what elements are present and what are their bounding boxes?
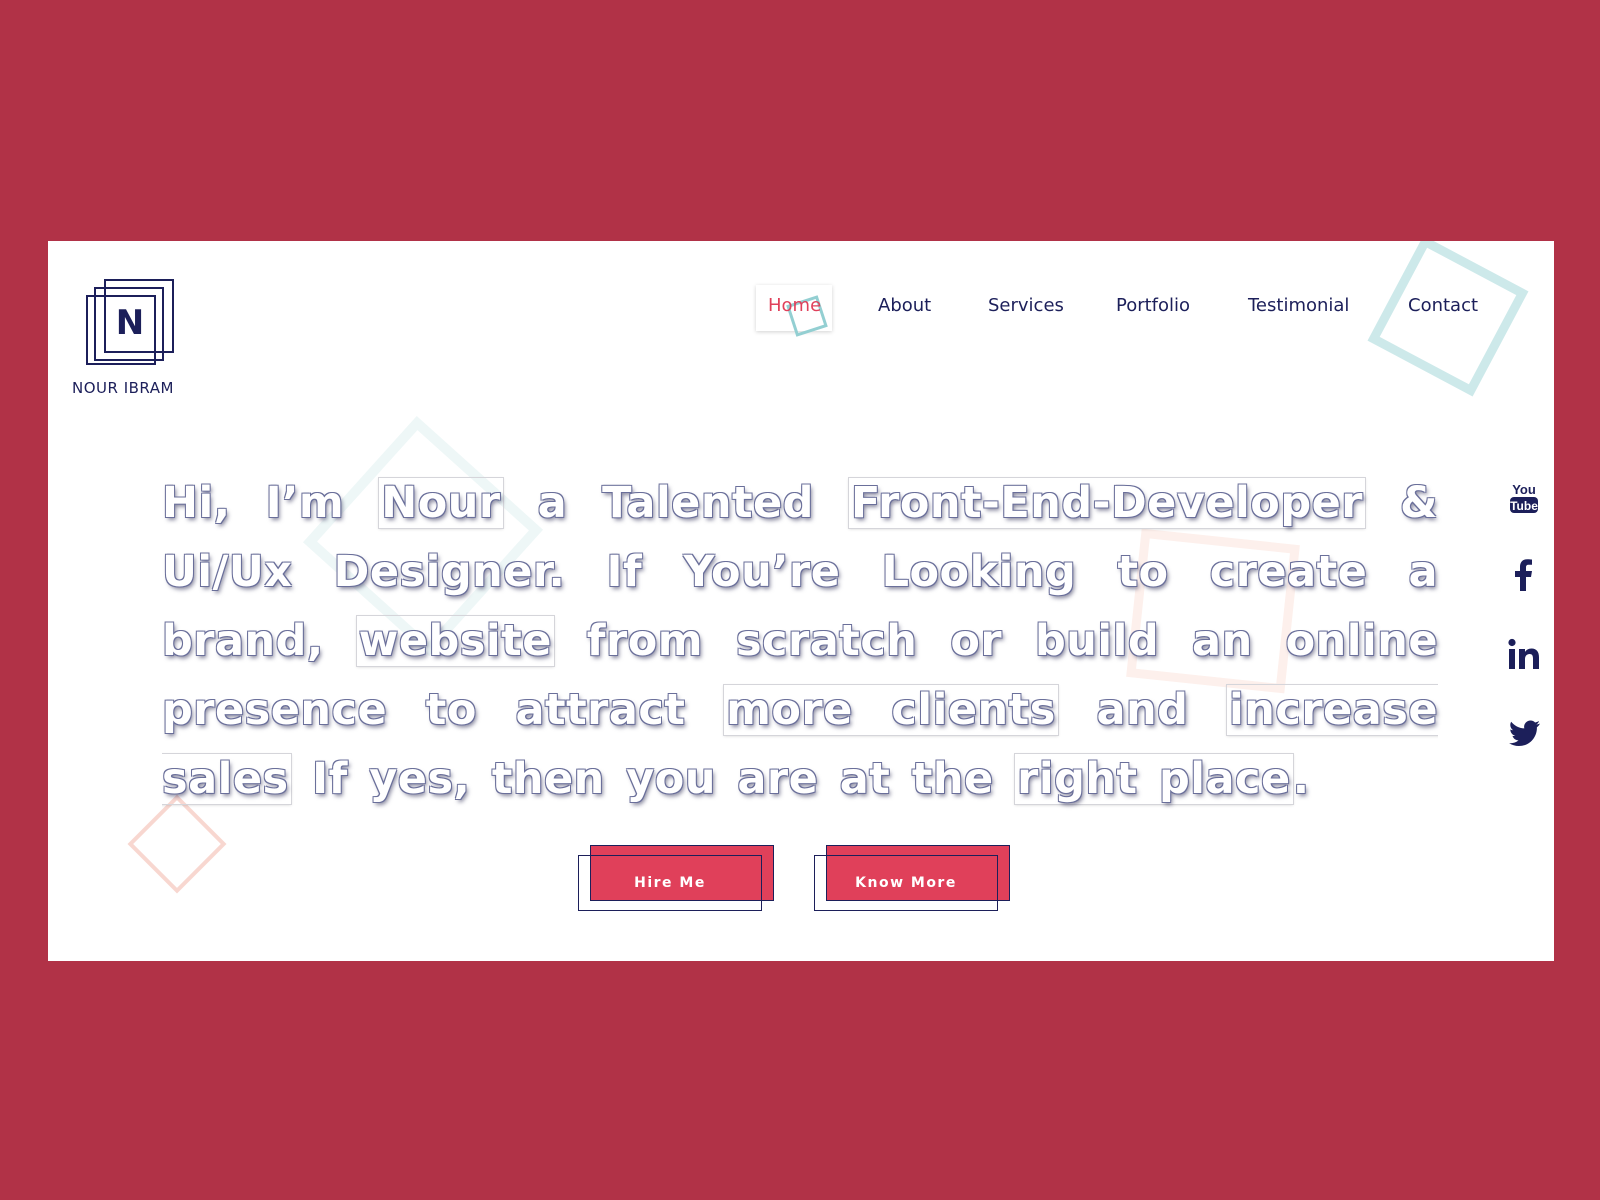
youtube-icon[interactable]: You Tube <box>1504 479 1544 519</box>
youtube-icon-bottom: Tube <box>1510 499 1538 513</box>
linkedin-icon[interactable] <box>1504 635 1544 675</box>
youtube-icon-graphic: You Tube <box>1510 482 1538 513</box>
hero-section: N NOUR IBRAM Home About Services Portfol… <box>48 241 1554 961</box>
hero-text: . <box>1292 754 1310 804</box>
know-more-button[interactable]: Know More <box>814 845 1010 913</box>
hero-text: a Talented <box>502 478 849 528</box>
nav-testimonial[interactable]: Testimonial <box>1248 295 1349 316</box>
nav-about[interactable]: About <box>878 295 931 316</box>
main-nav: Home About Services Portfolio Testimonia… <box>48 281 1554 331</box>
twitter-icon[interactable] <box>1504 713 1544 753</box>
nav-services[interactable]: Services <box>988 295 1064 316</box>
highlight-role: Front-End-Developer <box>850 478 1363 528</box>
know-more-label: Know More <box>855 875 957 891</box>
highlight-right-place: right place <box>1017 754 1291 804</box>
highlight-more-clients: more clients <box>726 685 1056 735</box>
linkedin-icon-graphic <box>1508 638 1539 669</box>
highlight-name: Nour <box>381 478 501 528</box>
hero-text: If yes, then you are at the <box>290 754 1016 804</box>
hero-text: Hi, I’m <box>162 478 380 528</box>
hire-me-button[interactable]: Hire Me <box>578 845 774 913</box>
nav-portfolio[interactable]: Portfolio <box>1116 295 1190 316</box>
brand-name: NOUR IBRAM <box>72 379 174 397</box>
hero-text: and <box>1057 685 1227 735</box>
twitter-icon-graphic <box>1509 720 1540 746</box>
highlight-website: website <box>358 616 552 666</box>
hero-headline: Hi, I’m Nour a Talented Front-End-Develo… <box>162 469 1438 814</box>
facebook-icon[interactable] <box>1504 555 1544 595</box>
nav-home[interactable]: Home <box>768 295 821 316</box>
youtube-icon-top: You <box>1512 482 1536 497</box>
hire-me-label: Hire Me <box>634 875 706 891</box>
facebook-icon-graphic <box>1515 559 1532 591</box>
nav-contact[interactable]: Contact <box>1408 295 1478 316</box>
